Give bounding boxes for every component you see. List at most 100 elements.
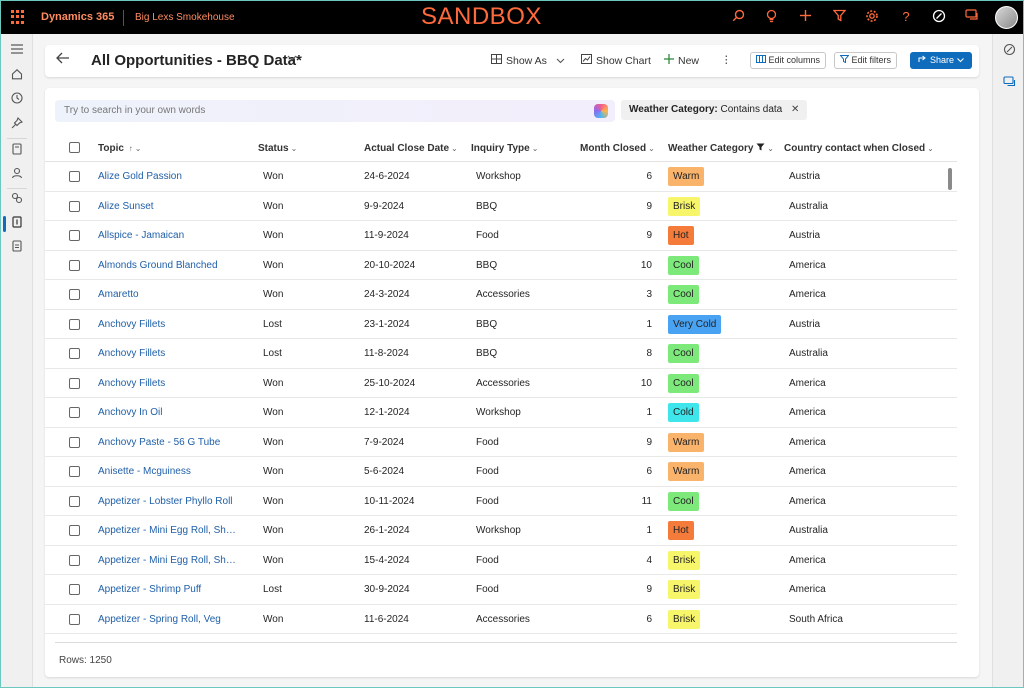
table-row[interactable]: Alize Sunset Won 9-9-2024 BBQ 9 Australia Bris… [45,192,957,221]
brand-label[interactable]: Dynamics 365 [41,11,114,23]
table-row[interactable]: Appetizer - Spring Roll, Veg Won 11-6-2024… [45,605,957,634]
gear-icon[interactable] [864,9,880,25]
table-row[interactable]: Appetizer - Shrimp Puff Lost 30-9-2024 Food… [45,575,957,605]
topic-link[interactable]: Amaretto [98,289,238,300]
back-button[interactable] [53,51,73,71]
table-row[interactable]: Anchovy In Oil Won 12-1-2024 Workshop 1 Ameri… [45,398,957,428]
search-icon[interactable] [730,9,746,25]
row-checkbox[interactable] [69,377,80,389]
row-checkbox[interactable] [69,200,80,212]
table-row[interactable]: Almonds Ground Blanched Won 20-10-2024 BBQ 1… [45,251,957,280]
active-indicator [3,216,6,232]
menu-icon[interactable] [9,42,25,58]
column-header-status[interactable]: Status ⌄ [258,143,297,154]
topic-link[interactable]: Appetizer - Spring Roll, Veg [98,614,238,625]
app-launcher-icon[interactable] [11,10,25,24]
edit-columns-button[interactable]: Edit columns [750,52,827,69]
topic-link[interactable]: Alize Sunset [98,201,238,212]
table-row[interactable]: Allspice - Jamaican Won 11-9-2024 Food 9 Aust… [45,221,957,251]
row-checkbox[interactable] [69,495,80,507]
view-title[interactable]: All Opportunities - BBQ Data* [91,52,302,69]
table-row[interactable]: Appetizer - Mini Egg Roll, Shri... Won 26-… [45,516,957,546]
column-header-topic[interactable]: Topic ↑ ⌄ [98,143,141,154]
column-header-weather-category[interactable]: Weather Category ⌄ [668,143,774,154]
row-count: Rows: 1250 [59,655,112,666]
topic-link[interactable]: Anchovy Paste - 56 G Tube [98,437,238,448]
edit-filters-button[interactable]: Edit filters [834,52,898,69]
topic-link[interactable]: Anchovy Fillets [98,348,238,359]
contact-icon[interactable] [9,167,25,183]
topic-link[interactable]: Allspice - Jamaican [98,230,238,241]
show-chart-button[interactable]: Show Chart [581,54,651,67]
table-row[interactable]: Anchovy Paste - 56 G Tube Won 7-9-2024 Food… [45,428,957,457]
column-header-inquiry-type[interactable]: Inquiry Type ⌄ [471,143,538,154]
row-checkbox[interactable] [69,436,80,448]
month-closed-cell: 9 [646,436,652,448]
book-icon[interactable] [9,143,25,159]
vertical-scrollbar[interactable] [948,168,952,190]
topic-link[interactable]: Almonds Ground Blanched [98,260,238,271]
app-name[interactable]: Big Lexs Smokehouse [135,12,235,23]
copilot-icon[interactable] [594,104,608,118]
opportunity-icon[interactable] [9,216,25,232]
table-row[interactable]: Anchovy Fillets Lost 11-8-2024 BBQ 8 Australi… [45,339,957,369]
row-checkbox[interactable] [69,613,80,625]
show-as-button[interactable]: Show As [491,54,565,67]
row-checkbox[interactable] [69,259,80,271]
row-checkbox[interactable] [69,171,80,182]
table-row[interactable]: Alize Gold Passion Won 24-6-2024 Workshop 6 A… [45,162,957,192]
row-checkbox[interactable] [69,318,80,330]
topic-link[interactable]: Anisette - Mcguiness [98,466,238,477]
search-box[interactable]: Try to search in your own words [55,100,615,122]
more-options-icon[interactable]: ⋮ [721,54,732,66]
chat-icon[interactable] [964,9,980,25]
filter-chip[interactable]: Weather Category: Contains data ✕ [621,100,808,120]
topic-link[interactable]: Appetizer - Shrimp Puff [98,584,238,595]
topic-link[interactable]: Anchovy Fillets [98,319,238,330]
topic-link[interactable]: Anchovy Fillets [98,378,238,389]
handshake-icon[interactable] [9,192,25,208]
close-icon[interactable]: ✕ [791,104,799,115]
topic-link[interactable]: Appetizer - Mini Egg Roll, Shri... [98,555,238,566]
select-all-checkbox[interactable] [69,142,80,153]
lightbulb-icon[interactable] [763,9,779,25]
recent-icon[interactable] [9,92,25,108]
help-icon[interactable]: ? [898,9,914,25]
row-checkbox[interactable] [69,525,80,536]
row-checkbox[interactable] [69,289,80,300]
new-button[interactable]: New [664,54,699,67]
avatar[interactable] [995,6,1018,29]
row-checkbox[interactable] [69,466,80,477]
home-icon[interactable] [9,68,25,84]
topic-link[interactable]: Anchovy In Oil [98,407,238,418]
chat-icon[interactable] [1001,76,1017,92]
table-row[interactable]: Anchovy Fillets Won 25-10-2024 Accessories 1… [45,369,957,398]
column-header-country[interactable]: Country contact when Closed ⌄ [784,143,934,154]
copilot-icon[interactable] [931,9,947,25]
view-selector-chevron-down-icon[interactable] [287,54,297,65]
row-checkbox[interactable] [69,348,80,359]
topic-link[interactable]: Alize Gold Passion [98,171,238,182]
row-checkbox[interactable] [69,554,80,566]
copilot-icon[interactable] [1001,43,1017,59]
row-checkbox[interactable] [69,230,80,241]
table-row[interactable]: Appetizer - Mini Egg Roll, Shri... Won 15-… [45,546,957,575]
table-row[interactable]: Anisette - Mcguiness Won 5-6-2024 Food 6 Amer… [45,457,957,487]
filter-icon[interactable] [831,9,847,25]
table-row[interactable]: Amaretto Won 24-3-2024 Accessories 3 America C… [45,280,957,310]
row-checkbox[interactable] [69,584,80,595]
topic-link[interactable]: Appetizer - Mini Egg Roll, Shri... [98,525,238,536]
country-cell: America [789,466,826,477]
table-row[interactable]: Appetizer - Lobster Phyllo Roll Won 10-11-… [45,487,957,516]
column-header-close-date[interactable]: Actual Close Date ⌄ [364,143,458,154]
pin-icon[interactable] [9,117,25,133]
row-checkbox[interactable] [69,407,80,418]
topic-link[interactable]: Appetizer - Lobster Phyllo Roll [98,496,238,507]
column-header-month-closed[interactable]: Month Closed ⌄ [580,143,655,154]
report-icon[interactable] [9,240,25,256]
table-row[interactable]: Anchovy Fillets Lost 23-1-2024 BBQ 1 Austria V… [45,310,957,339]
plus-icon[interactable] [797,9,813,25]
search-input[interactable]: Try to search in your own words [64,105,205,116]
country-cell: America [789,407,826,418]
share-button[interactable]: Share [910,52,972,69]
